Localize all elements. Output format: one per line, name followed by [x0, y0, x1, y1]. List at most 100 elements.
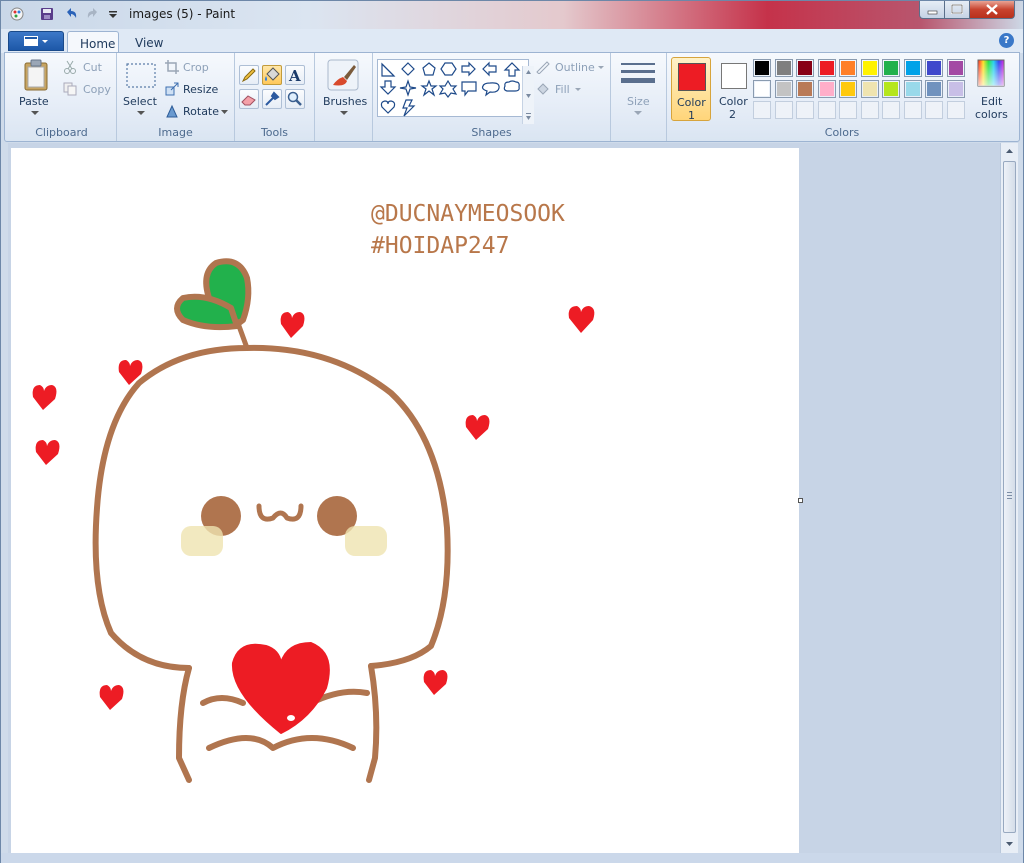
ribbon: Paste Cut Copy Clipboard Select Crop Res… — [4, 52, 1020, 142]
palette-swatch[interactable] — [839, 80, 857, 98]
magnifier-tool[interactable] — [285, 89, 305, 109]
crop-label: Crop — [183, 61, 209, 74]
scroll-grip-icon — [1007, 492, 1012, 499]
rotate-button[interactable]: Rotate — [165, 103, 231, 121]
palette-swatch[interactable] — [796, 59, 814, 77]
palette-swatch[interactable] — [946, 80, 965, 98]
ribbon-tab-row: Home View ? — [1, 29, 1023, 53]
palette-swatch[interactable] — [817, 59, 836, 77]
shapes-group-label: Shapes — [471, 126, 512, 139]
svg-text:A: A — [288, 67, 301, 84]
undo-icon[interactable] — [63, 6, 79, 22]
oval-callout-shape-icon — [481, 82, 500, 97]
custom-color-slot[interactable] — [903, 101, 922, 119]
palette-swatch[interactable] — [946, 59, 965, 77]
five-point-star-shape-icon — [420, 79, 438, 97]
palette-swatch[interactable] — [903, 59, 922, 77]
palette-swatch[interactable] — [882, 80, 900, 98]
size-label: Size — [627, 95, 650, 108]
palette-swatch[interactable] — [860, 80, 879, 98]
custom-color-slot[interactable] — [946, 101, 965, 119]
minimize-icon — [927, 10, 938, 15]
color1-swatch — [678, 63, 706, 91]
color-spectrum-icon — [977, 59, 1005, 87]
save-icon[interactable] — [39, 6, 55, 22]
palette-swatch[interactable] — [753, 59, 771, 77]
brushes-button[interactable]: Brushes — [319, 57, 369, 119]
palette-swatch[interactable] — [753, 80, 771, 98]
resize-button[interactable]: Resize — [165, 81, 227, 99]
palette-swatch[interactable] — [774, 80, 793, 98]
fill-tool[interactable] — [262, 65, 282, 85]
custom-color-slot[interactable] — [817, 101, 836, 119]
scroll-thumb[interactable] — [1003, 161, 1016, 833]
custom-color-slot[interactable] — [860, 101, 879, 119]
canvas-resize-handle[interactable] — [798, 498, 803, 503]
color1-number: 1 — [688, 109, 695, 122]
fill-button[interactable]: Fill — [535, 81, 595, 99]
close-button[interactable] — [969, 1, 1015, 19]
paint-window: images (5) - Paint Home View ? Paste Cut… — [0, 0, 1024, 863]
pentagon-shape-icon — [422, 62, 436, 76]
lightning-shape-icon — [402, 99, 416, 117]
minimize-button[interactable] — [919, 1, 945, 19]
canvas-workspace: @DUCNAYMEOSOOK #HOIDAP247 — [8, 143, 1000, 853]
tools-group-label: Tools — [260, 126, 289, 139]
tab-home[interactable]: Home — [67, 31, 119, 53]
color1-button[interactable]: Color 1 — [671, 57, 711, 122]
copy-button[interactable]: Copy — [63, 81, 113, 99]
custom-color-slot[interactable] — [925, 101, 943, 119]
text-tool[interactable]: A — [285, 65, 305, 85]
palette-swatch[interactable] — [774, 59, 793, 77]
outline-icon — [536, 61, 550, 74]
pencil-tool[interactable] — [239, 65, 259, 85]
crop-button[interactable]: Crop — [165, 59, 225, 77]
scroll-up-icon[interactable] — [1001, 143, 1018, 160]
chevron-down-icon — [340, 111, 348, 115]
custom-color-slot[interactable] — [882, 101, 900, 119]
custom-color-slot[interactable] — [839, 101, 857, 119]
custom-color-slot[interactable] — [796, 101, 814, 119]
eraser-tool[interactable] — [239, 89, 259, 109]
cut-button[interactable]: Cut — [63, 59, 113, 77]
paint-menu-button[interactable] — [8, 31, 64, 51]
drawing-canvas[interactable]: @DUCNAYMEOSOOK #HOIDAP247 — [11, 148, 799, 853]
palette-swatch[interactable] — [817, 80, 836, 98]
scroll-down-icon[interactable] — [1001, 835, 1018, 852]
clipboard-icon — [24, 59, 48, 91]
color1-label: Color — [677, 96, 706, 109]
palette-swatch[interactable] — [903, 80, 922, 98]
outline-button[interactable]: Outline — [535, 59, 607, 77]
edit-colors-button[interactable]: Edit colors — [971, 57, 1013, 121]
custom-color-slot[interactable] — [774, 101, 793, 119]
vertical-scrollbar[interactable] — [1000, 143, 1018, 853]
magnifier-icon — [287, 91, 302, 106]
fill-icon — [537, 83, 549, 95]
color-picker-tool[interactable] — [262, 89, 282, 109]
palette-swatch[interactable] — [882, 59, 900, 77]
select-label: Select — [123, 95, 157, 108]
select-button[interactable]: Select — [121, 57, 161, 119]
palette-swatch[interactable] — [860, 59, 879, 77]
line-size-icon — [621, 63, 655, 83]
hexagon-shape-icon — [440, 62, 457, 76]
shapes-gallery-scroll[interactable] — [522, 66, 534, 124]
palette-swatch[interactable] — [925, 80, 943, 98]
palette-swatch[interactable] — [796, 80, 814, 98]
redo-icon[interactable] — [85, 6, 101, 22]
palette-swatch[interactable] — [839, 59, 857, 77]
custom-color-slot[interactable] — [753, 101, 771, 119]
paste-button[interactable]: Paste — [13, 57, 59, 119]
tab-view[interactable]: View — [123, 31, 171, 53]
paint-app-icon[interactable] — [9, 6, 25, 22]
image-group-label: Image — [158, 126, 193, 139]
customize-toolbar-icon[interactable] — [105, 6, 121, 22]
paste-label: Paste — [19, 95, 49, 108]
color2-button[interactable]: Color 2 — [713, 57, 753, 121]
restore-button[interactable] — [944, 1, 970, 19]
heart-small — [99, 685, 124, 710]
palette-swatch[interactable] — [925, 59, 943, 77]
legs — [206, 735, 356, 751]
size-button[interactable]: Size — [617, 57, 659, 119]
help-icon[interactable]: ? — [999, 33, 1014, 48]
